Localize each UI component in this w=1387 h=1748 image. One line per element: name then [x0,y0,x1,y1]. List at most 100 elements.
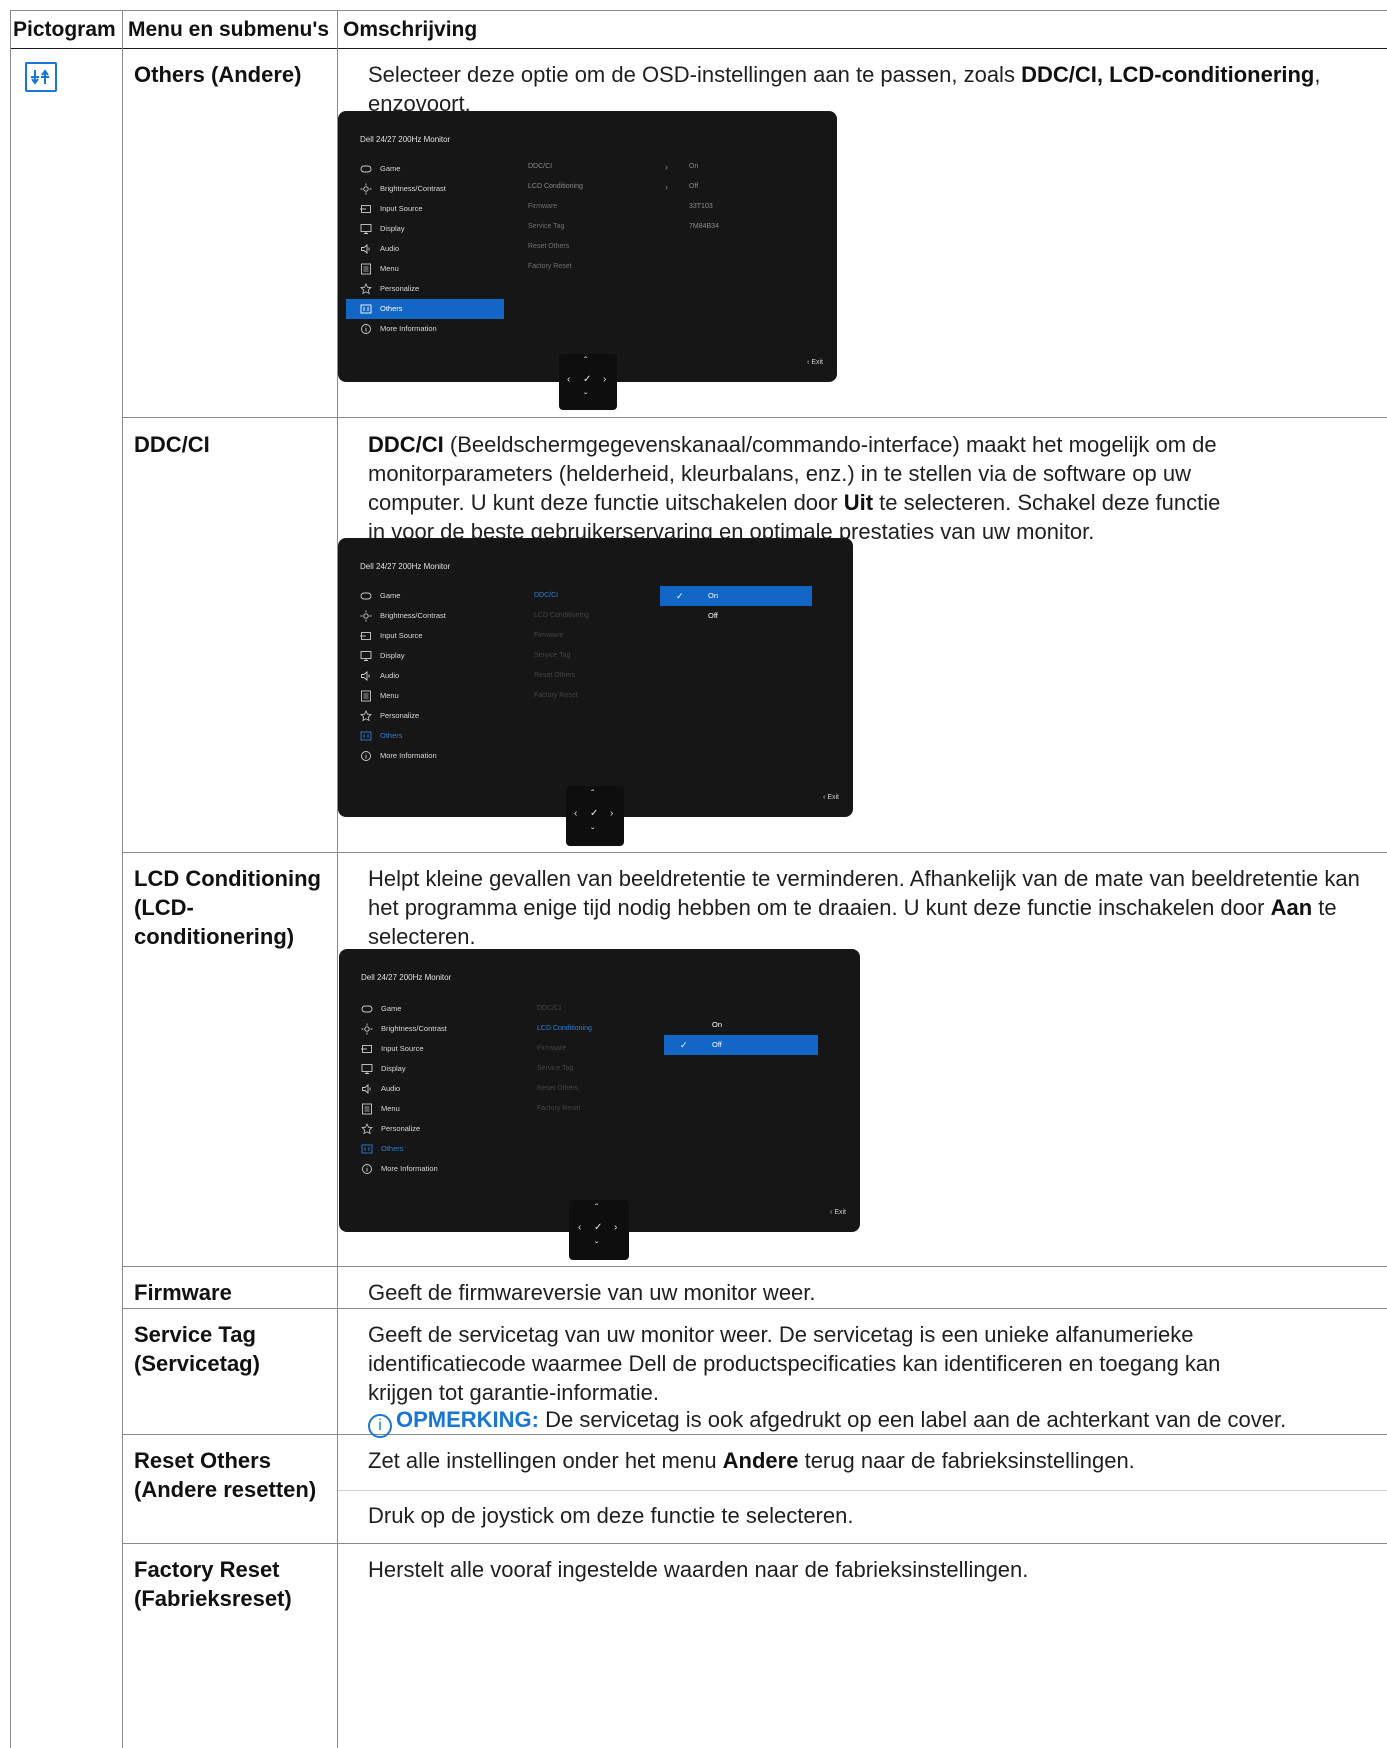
osd-menu-item-others: Others [346,726,504,746]
chevron-down-icon: ˇ [595,1241,599,1252]
osd-menu-item-audio: Audio [346,666,504,686]
gamepad-icon [360,165,372,173]
osd-menu-item-display: Display [346,219,504,239]
osd-main-menu: Game Brightness/Contrast Input Source Di… [346,159,504,339]
info-circle-icon: i [368,1414,392,1438]
row-desc-lcd: Helpt kleine gevallen van beeldretentie … [368,866,1360,949]
osd-title: Dell 24/27 200Hz Monitor [361,973,452,982]
star-icon [360,283,372,295]
osd-title: Dell 24/27 200Hz Monitor [360,562,451,571]
osd-main-menu: Game Brightness/Contrast Input Source Di… [346,586,504,766]
row-divider [337,1490,1387,1491]
osd-menu-item-game: Game [347,999,505,1019]
osd-menu-item-info: More Information [346,319,504,339]
row-desc-servicetag: Geeft de servicetag van uw monitor weer.… [368,1322,1221,1405]
osd-submenu-item: Factory Reset [534,692,578,699]
osd-menu-item-menu: Menu [346,686,504,706]
header-rule [10,48,1387,49]
gamepad-icon [361,1005,373,1013]
table-border-left [10,10,11,1748]
osd-values: On Off 33T103 7M84B34 [689,157,719,237]
osd-menu-item-brightness: Brightness/Contrast [346,179,504,199]
osd-submenu-item: Reset Others [528,243,570,250]
osd-submenu-item: Firmware [537,1045,567,1052]
row-desc-others: Selecteer deze optie om de OSD-instellin… [368,62,1321,116]
chevron-down-icon: ˇ [591,827,595,838]
osd-submenu-item: Firmware [534,632,564,639]
chevron-right-icon: › [614,1222,618,1233]
osd-menu-item-info: More Information [347,1159,505,1179]
osd-title: Dell 24/27 200Hz Monitor [360,135,451,144]
column-divider [122,10,123,1748]
gamepad-icon [360,592,372,600]
osd-menu-item-menu: Menu [347,1099,505,1119]
osd-menu-item-personalize: Personalize [346,279,504,299]
row-desc-ddcci: DDC/CI (Beeldschermgegevenskanaal/comman… [368,432,1221,544]
joystick-graphic: ˆ ‹ ✓ › ˇ [569,1200,629,1260]
info-icon [361,751,371,761]
osd-exit: ‹ Exit [823,794,839,801]
osd-menu-item-input: Input Source [346,199,504,219]
check-icon: ✓ [583,374,592,385]
osd-submenu-item: LCD Conditioning [534,612,589,619]
row-name-factoryreset: Factory Reset (Fabrieksreset) [134,1557,292,1611]
osd-menu-item-input: Input Source [347,1039,505,1059]
others-icon [361,1144,373,1154]
osd-submenu-item: Factory Reset [537,1105,581,1112]
sun-icon [360,610,372,622]
osd-screenshot-ddcci: Dell 24/27 200Hz Monitor Game Brightness… [338,538,853,846]
others-icon [360,304,372,314]
check-icon: ✓ [676,591,684,601]
speaker-icon [361,671,370,681]
row-desc-resetothers: Zet alle instellingen onder het menu And… [368,1448,1135,1473]
osd-menu-item-menu: Menu [346,259,504,279]
input-icon [360,632,371,640]
star-icon [361,1123,373,1135]
row-name-lcd: LCD Conditioning (LCD-conditionering) [134,866,321,949]
chevron-right-icon: › [665,182,668,192]
osd-submenu-item: DDC/CI [528,163,553,170]
others-sliders-icon [25,62,57,92]
row-name-firmware: Firmware [134,1280,232,1305]
chevron-right-icon: › [665,162,668,172]
row-divider [122,1308,1387,1309]
menu-icon [361,263,371,275]
osd-screenshot-others: Dell 24/27 200Hz Monitor Game Brightness… [338,111,837,410]
osd-menu-item-others: Others [346,299,504,319]
osd-submenu-item: DDC/CI [534,592,559,599]
osd-submenu: DDC/CI LCD Conditioning Firmware Service… [528,157,583,277]
row-name-others: Others (Andere) [134,62,302,87]
chevron-down-icon: ˇ [584,392,588,403]
chevron-up-icon: ˆ [595,1203,599,1214]
others-icon [360,731,372,741]
osd-option-off: ✓ Off [664,1035,818,1055]
osd-submenu-item: Service Tag [534,652,571,659]
osd-submenu-item: Service Tag [528,223,565,230]
osd-menu-item-display: Display [346,646,504,666]
check-icon: ✓ [594,1222,603,1233]
joystick-graphic: ˆ ‹ ✓ › ˇ [559,354,617,410]
osd-submenu-item: Firmware [528,203,558,210]
row-name-ddcci: DDC/CI [134,432,210,457]
menu-icon [361,690,371,702]
row-divider [122,1543,1387,1544]
osd-screenshot-lcd: Dell 24/27 200Hz Monitor Game Brightness… [339,949,860,1260]
row-divider [122,852,1387,853]
display-icon [360,651,372,661]
row-divider [122,1266,1387,1267]
star-icon [360,710,372,722]
menu-icon [362,1103,372,1115]
speaker-icon [362,1084,371,1094]
chevron-right-icon: › [603,374,607,385]
osd-menu-item-game: Game [346,586,504,606]
osd-menu-item-display: Display [347,1059,505,1079]
osd-submenu-item: LCD Conditioning [528,183,583,190]
sun-icon [361,1023,373,1035]
row-desc-factoryreset: Herstelt alle vooraf ingestelde waarden … [368,1557,1029,1582]
input-icon [361,1045,372,1053]
check-icon: ✓ [590,808,599,819]
info-icon [361,324,371,334]
row-name-servicetag: Service Tag (Servicetag) [134,1322,260,1376]
osd-menu-item-input: Input Source [346,626,504,646]
osd-value: 7M84B34 [689,223,719,230]
